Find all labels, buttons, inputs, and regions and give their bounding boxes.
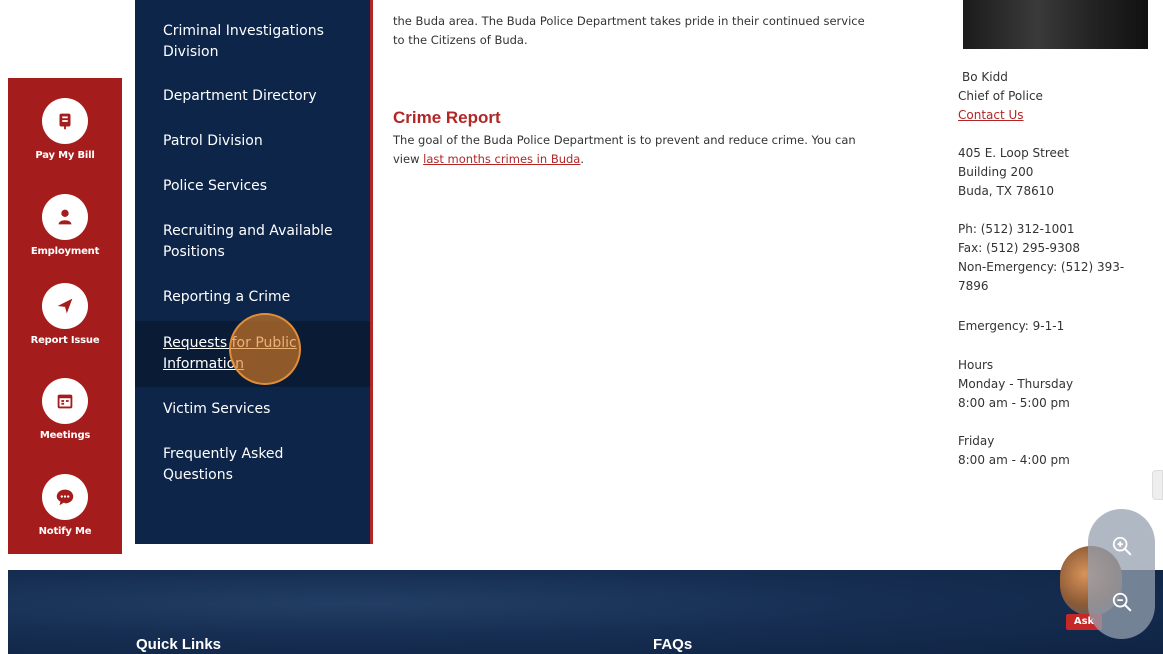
nav-item-police-services[interactable]: Police Services: [135, 176, 370, 197]
hours-label: Hours: [958, 358, 994, 372]
crime-report-view-text: view: [393, 152, 420, 166]
meetings-button[interactable]: Meetings: [8, 378, 122, 441]
nav-item-patrol-division[interactable]: Patrol Division: [135, 131, 370, 152]
contact-us-link[interactable]: Contact Us: [958, 106, 1024, 125]
nav-item-victim-services[interactable]: Victim Services: [135, 399, 370, 420]
address-line-2: Building 200: [958, 165, 1034, 179]
intro-line-2: to the Citizens of Buda.: [393, 33, 528, 47]
chief-title: Chief of Police: [958, 89, 1043, 103]
person-icon: [58, 209, 72, 225]
pay-my-bill-label: Pay My Bill: [35, 150, 95, 161]
employment-button[interactable]: Employment: [8, 194, 122, 257]
emergency-number: Emergency: 9-1-1: [958, 319, 1065, 333]
quick-actions-rail: Pay My Bill Employment Report Issue Meet…: [8, 78, 122, 554]
address-line-3: Buda, TX 78610: [958, 184, 1054, 198]
crime-report-heading: Crime Report: [393, 108, 501, 127]
footer-quick-links-heading: Quick Links: [136, 636, 222, 653]
pay-my-bill-button[interactable]: Pay My Bill: [8, 98, 122, 161]
friday-days: Friday: [958, 434, 995, 448]
click-indicator: [229, 313, 301, 385]
footer-faqs-heading: FAQs: [653, 636, 693, 653]
zoom-in-icon: [1112, 536, 1132, 556]
crime-report-text-2: view last months crimes in Buda.: [393, 150, 923, 168]
notify-me-label: Notify Me: [38, 526, 92, 537]
friday-hours: 8:00 am - 4:00 pm: [958, 453, 1070, 467]
crime-report-period: .: [580, 152, 585, 166]
weekday-hours: 8:00 am - 5:00 pm: [958, 396, 1070, 410]
report-issue-button[interactable]: Report Issue: [8, 283, 122, 346]
bill-icon: [59, 113, 71, 130]
side-edge-tab[interactable]: [1152, 470, 1163, 500]
paper-plane-icon: [57, 298, 73, 314]
police-side-nav: Criminal Investigations Division Departm…: [135, 0, 373, 544]
fax-number: Fax: (512) 295-9308: [958, 241, 1080, 255]
weekday-days: Monday - Thursday: [958, 377, 1074, 391]
chief-photo: [963, 0, 1148, 49]
phone-number: Ph: (512) 312-1001: [958, 222, 1075, 236]
address-line-1: 405 E. Loop Street: [958, 146, 1069, 160]
chat-bubble-icon: [56, 489, 74, 506]
non-emergency-line-1: Non-Emergency: (512) 393-: [958, 260, 1125, 274]
nav-item-department-directory[interactable]: Department Directory: [135, 86, 370, 107]
nav-item-faq[interactable]: Frequently Asked Questions: [135, 444, 370, 486]
nav-item-reporting-a-crime[interactable]: Reporting a Crime: [135, 287, 370, 308]
zoom-out-icon: [1112, 592, 1132, 612]
site-footer: Quick Links FAQs: [8, 570, 1163, 654]
notify-me-button[interactable]: Notify Me: [8, 474, 122, 537]
calendar-icon: [57, 394, 73, 409]
employment-label: Employment: [30, 246, 100, 257]
non-emergency-line-2: 7896: [958, 279, 989, 293]
report-issue-label: Report Issue: [30, 335, 100, 346]
zoom-out-button[interactable]: [1104, 584, 1140, 620]
crime-report-text-1: The goal of the Buda Police Department i…: [393, 133, 856, 147]
intro-line-1: the Buda area. The Buda Police Departmen…: [393, 14, 865, 28]
chief-name: Bo Kidd: [962, 70, 1008, 84]
nav-item-recruiting[interactable]: Recruiting and Available Positions: [135, 221, 370, 263]
nav-item-criminal-investigations[interactable]: Criminal Investigations Division: [135, 21, 370, 63]
zoom-in-button[interactable]: [1104, 528, 1140, 564]
last-months-crimes-link[interactable]: last months crimes in Buda: [423, 152, 580, 166]
meetings-label: Meetings: [39, 430, 91, 441]
